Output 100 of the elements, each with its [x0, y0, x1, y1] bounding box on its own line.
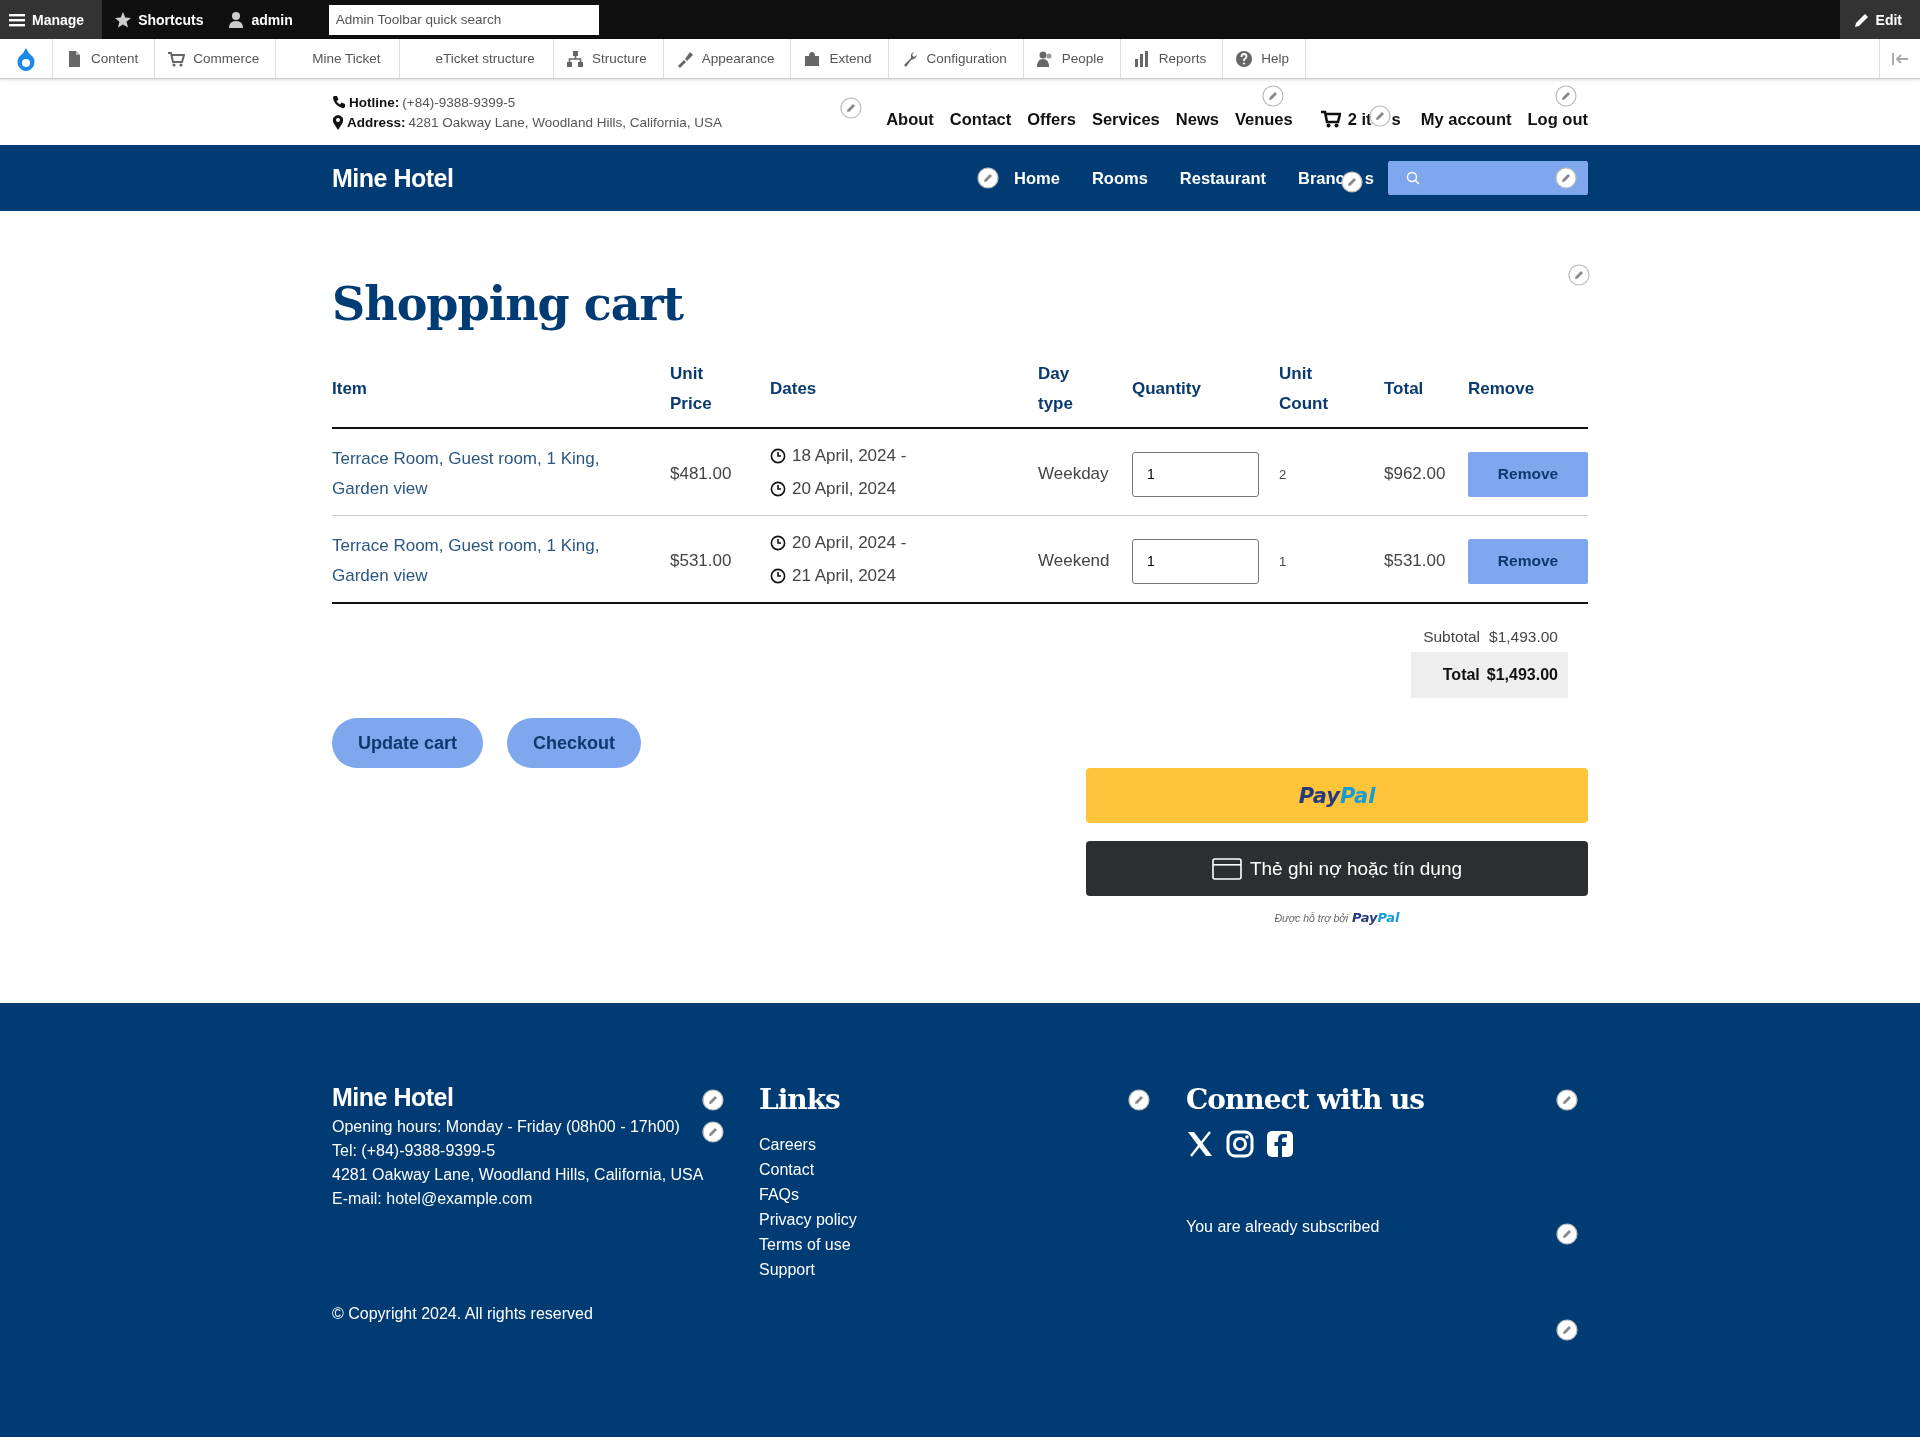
column-header: Remove — [1468, 379, 1535, 398]
clock-icon — [770, 568, 786, 584]
pencil-icon[interactable] — [1556, 1089, 1578, 1111]
pencil-icon[interactable] — [1128, 1089, 1150, 1111]
pencil-icon — [1853, 11, 1870, 28]
main-nav-link[interactable]: Branc s — [1298, 168, 1374, 188]
help-icon — [1235, 49, 1254, 68]
column-header: Day type — [1038, 363, 1074, 415]
admin-menu-item[interactable]: Configuration — [888, 39, 1024, 78]
item-link[interactable]: Terrace Room, Guest room, 1 King, Garden view — [332, 444, 612, 504]
nav-link[interactable]: Services — [1091, 109, 1160, 129]
quantity-field[interactable]: 1 — [1132, 451, 1259, 497]
footer-link[interactable]: Careers — [759, 1136, 857, 1154]
search-field[interactable]: Admin Toolbar quick search — [328, 4, 599, 35]
site-logo[interactable]: Mine Hotel — [332, 163, 454, 193]
admin-menu-item[interactable]: People — [1023, 39, 1121, 78]
footer-info-text: Opening hours: Monday - Friday (08h00 - 17h00) — [332, 1118, 681, 1136]
pencil-icon[interactable] — [977, 167, 999, 189]
star-icon — [114, 10, 133, 29]
account-link[interactable]: My account — [1420, 109, 1512, 129]
footer-link[interactable]: Privacy policy — [759, 1211, 857, 1229]
edit-button[interactable]: Edit — [1839, 0, 1920, 39]
admin-menu-item[interactable]: Extend — [791, 39, 889, 78]
manage-menu-button[interactable]: Manage — [0, 0, 103, 39]
footer-link[interactable]: Terms of use — [759, 1236, 857, 1254]
card-icon — [1211, 857, 1242, 880]
main-nav-link[interactable]: Restaurant — [1179, 168, 1267, 188]
admin-menu-item[interactable]: Commerce — [155, 39, 277, 78]
date-text: 20 April, 2024 - — [792, 532, 907, 554]
column-header: Dates — [770, 379, 817, 398]
nav-link[interactable]: News — [1175, 109, 1219, 129]
pencil-icon[interactable] — [1556, 1223, 1578, 1245]
address-label: Address: — [347, 114, 406, 130]
search-field[interactable] — [1388, 161, 1588, 195]
footer-heading: Connect with us — [1186, 1083, 1425, 1116]
search-icon — [1406, 171, 1420, 185]
admin-menu-item[interactable]: Help — [1223, 39, 1306, 78]
column-header: Total — [1384, 379, 1424, 398]
cart-link[interactable]: 2 it s — [1320, 109, 1401, 129]
pencil-icon[interactable] — [702, 1089, 724, 1111]
nav-link[interactable]: About — [886, 109, 934, 129]
account-link[interactable]: Log out — [1527, 109, 1588, 129]
footer-heading: Links — [759, 1083, 840, 1116]
action-button[interactable]: Update cart — [332, 718, 484, 768]
table-cell: $531.00 — [1384, 551, 1446, 570]
nav-link[interactable]: Offers — [1027, 109, 1076, 129]
subtotal-value: $1,493.00 — [1489, 628, 1558, 646]
clock-icon — [770, 481, 786, 497]
admin-menu-item[interactable]: Appearance — [663, 39, 792, 78]
admin-menu-item[interactable]: Content — [53, 39, 156, 78]
table-cell: $531.00 — [670, 551, 732, 570]
footer-link[interactable]: Contact — [759, 1161, 857, 1179]
cart-icon — [1320, 110, 1341, 128]
copyright-text: © Copyright 2024. All rights reserved — [332, 1305, 594, 1323]
bar-chart-icon — [1132, 49, 1151, 68]
remove-button[interactable]: Remove — [1468, 538, 1588, 584]
address-text: 4281 Oakway Lane, Woodland Hills, California, USA — [408, 114, 722, 130]
admin-menu-item[interactable]: eTicket structure — [399, 39, 554, 78]
footer-link[interactable]: FAQs — [759, 1186, 857, 1204]
hotline-label: Hotline: — [349, 94, 400, 110]
total-value: $1,493.00 — [1486, 666, 1558, 684]
instagram-icon[interactable] — [1226, 1130, 1254, 1158]
date-text: 21 April, 2024 — [792, 565, 896, 587]
main-nav-link[interactable]: Home — [1014, 168, 1060, 188]
table-cell: Weekday — [1038, 464, 1109, 483]
admin-menu-item[interactable]: Mine Ticket — [276, 39, 400, 78]
table-cell: 1 — [1279, 553, 1287, 569]
footer-info-text: E-mail: hotel@example.com — [332, 1190, 534, 1208]
subscribed-text: You are already subscribed — [1186, 1218, 1380, 1236]
action-button[interactable]: Checkout — [507, 718, 642, 768]
quantity-field[interactable]: 1 — [1132, 538, 1259, 584]
footer-info-text: 4281 Oakway Lane, Woodland Hills, California, USA — [332, 1166, 704, 1184]
location-pin-icon — [332, 114, 344, 130]
column-header: Unit Count — [1279, 363, 1330, 415]
table-cell: $481.00 — [670, 464, 732, 483]
hotline-number: (+84)-9388-9399-5 — [402, 94, 516, 110]
footer-brand: Mine Hotel — [332, 1083, 454, 1112]
facebook-icon[interactable] — [1266, 1130, 1294, 1158]
footer-info-text: Tel: (+84)-9388-9399-5 — [332, 1142, 497, 1160]
card-payment-button[interactable]: Thẻ ghi nợ hoặc tín dụng — [1086, 841, 1588, 896]
nav-link[interactable]: Venues — [1234, 109, 1293, 129]
paypal-logo: PayPal — [1298, 783, 1376, 808]
pencil-icon[interactable] — [1556, 1319, 1578, 1341]
drop-logo-icon[interactable] — [16, 46, 36, 71]
main-nav-link[interactable]: Rooms — [1091, 168, 1148, 188]
x-logo-icon[interactable] — [1186, 1130, 1214, 1158]
nav-link[interactable]: Contact — [949, 109, 1012, 129]
sitemap-icon — [565, 49, 584, 68]
item-link[interactable]: Terrace Room, Guest room, 1 King, Garden view — [332, 531, 612, 591]
admin-menu-item[interactable]: Reports — [1120, 39, 1224, 78]
shortcuts-button[interactable]: Shortcuts — [102, 0, 216, 39]
remove-button[interactable]: Remove — [1468, 451, 1588, 497]
column-header: Item — [332, 379, 367, 398]
user-menu-button[interactable]: admin — [215, 0, 305, 39]
paypal-button[interactable]: PayPal — [1086, 768, 1588, 823]
phone-icon — [332, 95, 346, 109]
admin-menu-item[interactable]: Structure — [553, 39, 664, 78]
footer-link[interactable]: Support — [759, 1261, 857, 1279]
pencil-icon[interactable] — [702, 1121, 724, 1143]
date-text: 20 April, 2024 — [792, 478, 896, 500]
